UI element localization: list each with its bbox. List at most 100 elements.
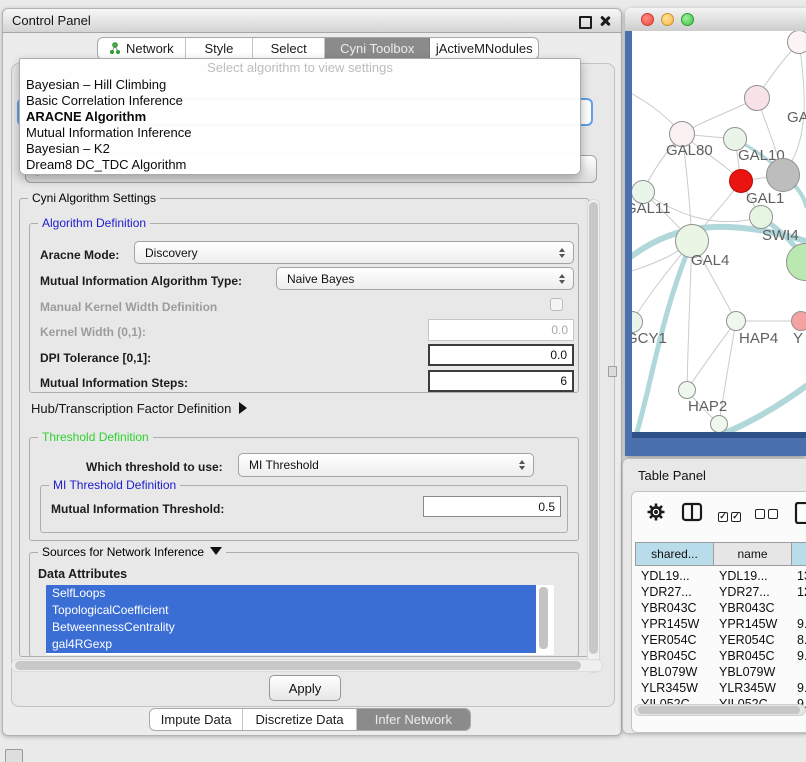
network-window-titlebar[interactable] <box>625 8 806 32</box>
table-row[interactable]: YDL19...YDL19...13 <box>635 568 806 584</box>
network-node[interactable] <box>710 415 728 432</box>
close-icon[interactable] <box>599 15 611 27</box>
mi-threshold-field[interactable] <box>423 496 561 517</box>
network-node[interactable] <box>744 85 770 111</box>
kernel-width-field[interactable] <box>428 319 574 341</box>
table-row[interactable]: YBR043CYBR043C <box>635 600 806 616</box>
network-node-label: GAL <box>787 109 806 126</box>
tab-label: Select <box>271 41 307 56</box>
tab-label: Cyni Toolbox <box>340 41 414 56</box>
tab-label: Impute Data <box>161 712 232 727</box>
zoom-traffic-light-icon[interactable] <box>681 13 694 26</box>
aracne-mode-select[interactable]: Discovery <box>134 241 574 264</box>
window-frame-edge <box>632 432 806 438</box>
network-node[interactable] <box>766 158 800 192</box>
panel-splitter[interactable] <box>608 366 617 377</box>
cell: YBL079W <box>635 664 713 680</box>
unchecked-box-icon <box>755 509 765 519</box>
settings-horizontal-scrollbar[interactable] <box>11 659 603 672</box>
table-row[interactable]: YBL079WYBL079W <box>635 664 806 680</box>
dpi-tolerance-label: DPI Tolerance [0,1]: <box>40 351 151 365</box>
table-row[interactable]: YLR345WYLR345W9. <box>635 680 806 696</box>
table-row[interactable]: YBR045CYBR045C9. <box>635 648 806 664</box>
algorithm-definition-group: Algorithm Definition Aracne Mode: Discov… <box>29 223 579 393</box>
mi-type-select[interactable]: Naive Bayes <box>276 267 574 290</box>
network-node-label: GAL80 <box>666 142 713 159</box>
close-traffic-light-icon[interactable] <box>641 13 654 26</box>
table-panel-window: Table Panel ✓✓ <box>622 458 806 734</box>
network-node[interactable] <box>749 205 773 229</box>
deselect-checkboxes-icon[interactable] <box>755 506 781 524</box>
mi-steps-field[interactable] <box>428 370 574 392</box>
column-header-name[interactable]: name <box>713 542 791 566</box>
list-item[interactable]: SelfLoops <box>46 585 536 602</box>
table-horizontal-scrollbar[interactable] <box>634 704 806 716</box>
mi-threshold-label: Mutual Information Threshold: <box>51 502 224 516</box>
network-node-label: SWI4 <box>762 227 799 244</box>
scrollbar-thumb[interactable] <box>638 706 800 714</box>
dpi-tolerance-field[interactable] <box>428 344 574 366</box>
tab-label: Network <box>126 41 174 56</box>
tab-select[interactable]: Select <box>253 38 325 59</box>
tab-style[interactable]: Style <box>186 38 254 59</box>
popup-item-aracne[interactable]: ARACNE Algorithm <box>26 109 146 125</box>
hub-definition-expander[interactable]: Hub/Transcription Factor Definition <box>31 401 247 416</box>
network-window-frame: GALGAL80GAL10GAL1GAL11SWI4GAL4GCY1HAP4YH… <box>625 31 806 456</box>
minimized-panel-icon[interactable] <box>5 749 23 762</box>
cell: 8. <box>791 632 806 648</box>
list-item[interactable]: TopologicalCoefficient <box>46 602 536 619</box>
tab-label: jActiveMNodules <box>436 41 533 56</box>
table-row[interactable]: YER054CYER054C8. <box>635 632 806 648</box>
settings-vertical-scrollbar[interactable] <box>587 199 600 673</box>
popup-item-bayesian-k2[interactable]: Bayesian – K2 <box>26 141 110 157</box>
which-threshold-select[interactable]: MI Threshold <box>238 453 534 477</box>
tab-jactivemnodules[interactable]: jActiveMNodules <box>430 38 538 59</box>
network-view-window: GALGAL80GAL10GAL1GAL11SWI4GAL4GCY1HAP4YH… <box>625 8 806 456</box>
popup-item-dream8[interactable]: Dream8 DC_TDC Algorithm <box>26 157 186 173</box>
split-view-icon[interactable] <box>681 502 703 527</box>
cell: YER054C <box>635 632 713 648</box>
aracne-mode-label: Aracne Mode: <box>40 248 119 262</box>
gear-icon[interactable] <box>646 502 666 527</box>
network-icon <box>109 42 121 55</box>
list-item[interactable]: gal4RGexp <box>46 636 536 653</box>
mi-steps-label: Mutual Information Steps: <box>40 376 188 390</box>
table-row[interactable]: YPR145WYPR145W9. <box>635 616 806 632</box>
tab-discretize-data[interactable]: Discretize Data <box>243 709 356 730</box>
page-icon[interactable] <box>794 502 806 529</box>
group-title: Algorithm Definition <box>38 216 150 230</box>
network-node-label: Y <box>793 330 803 347</box>
tab-cyni-toolbox[interactable]: Cyni Toolbox <box>325 38 431 59</box>
column-header-partial[interactable] <box>791 542 806 566</box>
popup-item-basic-correlation[interactable]: Basic Correlation Inference <box>26 93 183 109</box>
popup-item-mutual-information[interactable]: Mutual Information Inference <box>26 125 191 141</box>
data-attributes-list[interactable]: SelfLoops TopologicalCoefficient Between… <box>46 585 554 655</box>
list-scrollbar[interactable] <box>539 587 548 649</box>
scrollbar-thumb[interactable] <box>589 202 598 654</box>
table-row[interactable]: YDR27...YDR27...12 <box>635 584 806 600</box>
stepper-icon <box>559 274 565 284</box>
maximize-icon[interactable] <box>579 16 592 29</box>
cell: YPR145W <box>713 616 791 632</box>
control-panel-titlebar: Control Panel <box>3 9 621 33</box>
popup-placeholder: Select algorithm to view settings <box>20 60 580 75</box>
tab-impute-data[interactable]: Impute Data <box>150 709 243 730</box>
list-item[interactable]: BetweennessCentrality <box>46 619 536 636</box>
algorithm-dropdown-popup: Select algorithm to view settings Bayesi… <box>19 58 581 175</box>
scrollbar-thumb[interactable] <box>15 661 581 670</box>
network-node[interactable] <box>678 381 696 399</box>
manual-kernel-label: Manual Kernel Width Definition <box>40 300 217 314</box>
tab-network[interactable]: Network <box>98 38 186 59</box>
network-canvas[interactable]: GALGAL80GAL10GAL1GAL11SWI4GAL4GCY1HAP4YH… <box>632 31 806 432</box>
network-node[interactable] <box>791 311 806 331</box>
network-node[interactable] <box>726 311 746 331</box>
popup-item-bayesian-hill[interactable]: Bayesian – Hill Climbing <box>26 77 166 93</box>
column-header-shared[interactable]: shared... <box>635 542 713 566</box>
manual-kernel-checkbox[interactable] <box>550 298 563 311</box>
select-all-checkboxes-icon[interactable]: ✓✓ <box>718 506 744 524</box>
sources-expander[interactable]: Sources for Network Inference <box>38 545 226 559</box>
minimize-traffic-light-icon[interactable] <box>661 13 674 26</box>
apply-button[interactable]: Apply <box>269 675 341 701</box>
tab-infer-network[interactable]: Infer Network <box>357 709 470 730</box>
network-node[interactable] <box>787 31 806 54</box>
